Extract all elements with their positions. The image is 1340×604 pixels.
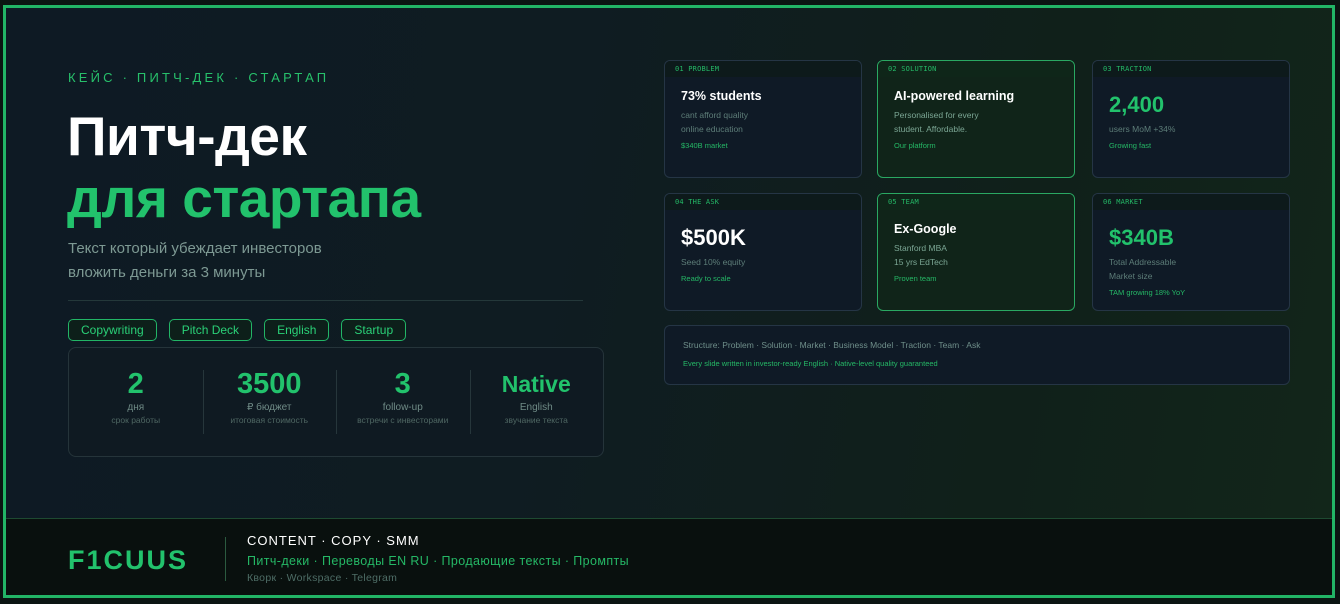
tag-copywriting[interactable]: Copywriting	[68, 319, 157, 341]
card-desc-line: cant afford quality	[681, 110, 748, 120]
card-title: 73% students	[681, 89, 762, 103]
card-note: Growing fast	[1109, 141, 1152, 150]
footer-services: CONTENT · COPY · SMM	[247, 533, 420, 548]
tag-list: Copywriting Pitch Deck English Startup	[68, 319, 407, 341]
stat-value: Native	[501, 371, 571, 397]
card-desc: cant afford quality online education	[681, 108, 861, 136]
card-note: Proven team	[894, 274, 937, 283]
card-team: 05 TEAM Ex-Google Stanford MBA 15 yrs Ed…	[877, 193, 1075, 311]
card-traction: 03 TRACTION 2,400 users MoM +34% Growing…	[1092, 60, 1290, 178]
footer-platforms: Кворк · Workspace · Telegram	[247, 572, 398, 584]
stat-sublabel: звучание текста	[504, 415, 568, 425]
divider	[68, 300, 583, 301]
card-header: 01 PROBLEM	[665, 61, 861, 77]
card-solution: 02 SOLUTION AI-powered learning Personal…	[877, 60, 1075, 178]
card-note: $340B market	[681, 141, 728, 150]
card-desc-line: online education	[681, 124, 743, 134]
card-desc: Stanford MBA 15 yrs EdTech	[894, 241, 1074, 269]
stat-label: ₽ бюджет	[247, 402, 292, 413]
structure-note: Every slide written in investor-ready En…	[683, 359, 938, 368]
footer: F1CUUS CONTENT · COPY · SMM Питч-деки · …	[6, 518, 1332, 595]
card-desc-line: Total Addressable	[1109, 257, 1177, 267]
subtitle-line-1: Текст который убеждает инвесторов	[68, 240, 322, 257]
title-line-2: для стартапа	[67, 167, 421, 229]
structure-panel: Structure: Problem · Solution · Market ·…	[664, 325, 1290, 385]
card-note: TAM growing 18% YoY	[1109, 288, 1186, 297]
stat-duration: 2 дня срок работы	[69, 368, 203, 436]
card-the-ask: 04 THE ASK $500K Seed 10% equity Ready t…	[664, 193, 862, 311]
card-header: 03 TRACTION	[1093, 61, 1289, 77]
tag-startup[interactable]: Startup	[341, 319, 407, 341]
card-desc: users MoM +34%	[1109, 124, 1176, 134]
card-desc-line: Stanford MBA	[894, 243, 947, 253]
title-line-1: Питч-дек	[67, 105, 307, 167]
main-section: КЕЙС · ПИТЧ-ДЕК · СТАРТАП Питч-дек для с…	[6, 8, 1332, 518]
card-desc-line: Market size	[1109, 271, 1153, 281]
card-header: 04 THE ASK	[665, 194, 861, 210]
stats-panel: 2 дня срок работы 3500 ₽ бюджет итоговая…	[68, 347, 604, 457]
stat-budget: 3500 ₽ бюджет итоговая стоимость	[202, 368, 337, 436]
card-market: 06 MARKET $340B Total Addressable Market…	[1092, 193, 1290, 311]
card-title: AI-powered learning	[894, 89, 1015, 103]
tag-english[interactable]: English	[264, 319, 330, 341]
stat-sublabel: встречи с инвесторами	[357, 415, 449, 425]
stat-label: дня	[127, 402, 145, 413]
structure-line: Structure: Problem · Solution · Market ·…	[683, 340, 981, 350]
card-note: Our platform	[894, 141, 936, 150]
card-problem: 01 PROBLEM 73% students cant afford qual…	[664, 60, 862, 178]
page-frame: КЕЙС · ПИТЧ-ДЕК · СТАРТАП Питч-дек для с…	[3, 5, 1335, 598]
stat-label: English	[519, 402, 553, 413]
card-title: Ex-Google	[894, 222, 957, 236]
subtitle: Текст который убеждает инвесторов вложит…	[68, 237, 488, 285]
card-desc-line: 15 yrs EdTech	[894, 257, 948, 267]
footer-divider	[225, 537, 226, 581]
stat-sublabel: срок работы	[111, 415, 161, 425]
card-desc: Seed 10% equity	[681, 257, 746, 267]
card-header: 05 TEAM	[878, 194, 1074, 210]
stat-followup: 3 follow-up встречи с инвесторами	[336, 368, 470, 436]
footer-offerings: Питч-деки · Переводы EN RU · Продающие т…	[247, 554, 630, 568]
card-title: 2,400	[1109, 92, 1165, 117]
card-header: 06 MARKET	[1093, 194, 1289, 210]
stat-sublabel: итоговая стоимость	[230, 415, 309, 425]
logo: F1CUUS	[68, 545, 189, 575]
card-header: 02 SOLUTION	[878, 61, 1074, 77]
stat-label: follow-up	[382, 402, 423, 413]
card-desc: Total Addressable Market size	[1109, 255, 1289, 283]
card-title: $340B	[1109, 225, 1174, 250]
card-desc-line: Personalised for every	[894, 110, 979, 120]
stat-native: Native English звучание текста	[469, 368, 604, 436]
subtitle-line-2: вложить деньги за 3 минуты	[68, 264, 266, 281]
card-desc-line: student. Affordable.	[894, 124, 968, 134]
tag-pitch-deck[interactable]: Pitch Deck	[168, 319, 253, 341]
card-title: $500K	[681, 225, 746, 250]
eyebrow: КЕЙС · ПИТЧ-ДЕК · СТАРТАП	[68, 70, 330, 85]
stat-value: 3	[394, 368, 411, 400]
card-desc: Personalised for every student. Affordab…	[894, 108, 1074, 136]
stat-value: 3500	[236, 368, 302, 400]
stat-value: 2	[127, 368, 144, 400]
card-note: Ready to scale	[681, 274, 731, 283]
